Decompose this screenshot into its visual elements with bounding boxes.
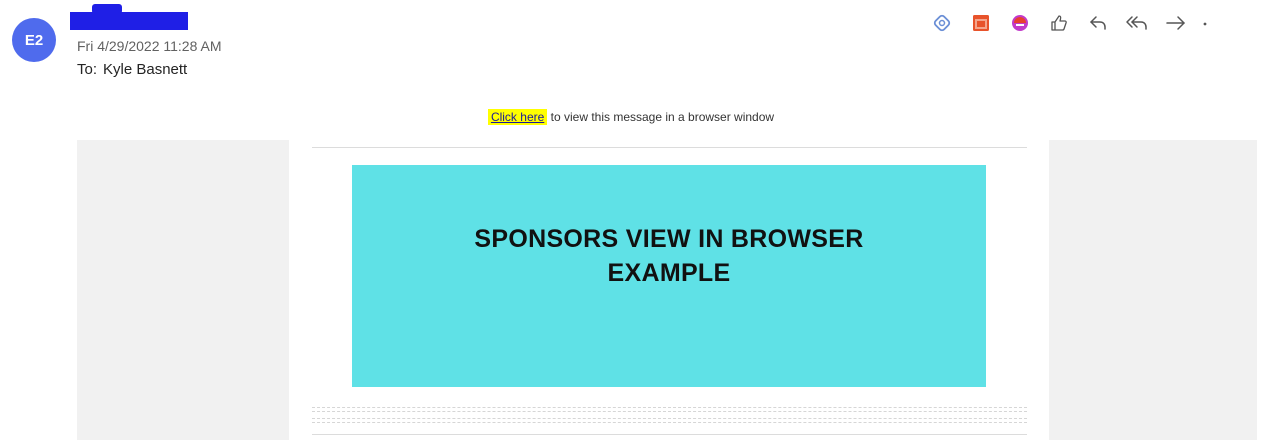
view-in-browser-text: to view this message in a browser window — [547, 110, 775, 124]
forward-icon[interactable] — [1159, 8, 1193, 38]
banner-line-2: EXAMPLE — [607, 259, 731, 287]
copilot-icon[interactable] — [1003, 8, 1037, 38]
banner-line-1: SPONSORS VIEW IN BROWSER — [474, 225, 864, 253]
dashed-divider — [312, 418, 1027, 419]
email-left-margin — [77, 140, 289, 440]
sender-name-redacted — [70, 4, 188, 30]
sender-avatar[interactable]: E2 — [12, 18, 56, 62]
divider — [312, 147, 1027, 148]
divider — [312, 434, 1027, 435]
banner-heading: SPONSORS VIEW IN BROWSER EXAMPLE — [474, 222, 863, 290]
view-in-browser-link[interactable]: Click here — [487, 109, 548, 125]
dashed-divider — [312, 407, 1027, 408]
dashed-divider — [312, 411, 1027, 412]
message-date: Fri 4/29/2022 11:28 AM — [77, 38, 222, 54]
calendar-icon[interactable] — [964, 8, 998, 38]
reply-icon[interactable] — [1081, 8, 1115, 38]
like-icon[interactable] — [1042, 8, 1076, 38]
loop-icon[interactable] — [925, 8, 959, 38]
email-right-margin — [1049, 140, 1257, 440]
sponsor-banner[interactable]: SPONSORS VIEW IN BROWSER EXAMPLE — [352, 165, 986, 387]
email-content: SPONSORS VIEW IN BROWSER EXAMPLE — [289, 140, 1049, 440]
recipient-line: To: Kyle Basnett — [77, 61, 187, 78]
message-toolbar — [925, 8, 1217, 38]
more-icon[interactable] — [1198, 8, 1212, 38]
dashed-divider — [312, 422, 1027, 423]
reply-all-icon[interactable] — [1120, 8, 1154, 38]
recipient-name[interactable]: Kyle Basnett — [103, 61, 187, 78]
view-in-browser-line: Click here to view this message in a bro… — [0, 109, 1262, 125]
to-label: To: — [77, 61, 98, 78]
